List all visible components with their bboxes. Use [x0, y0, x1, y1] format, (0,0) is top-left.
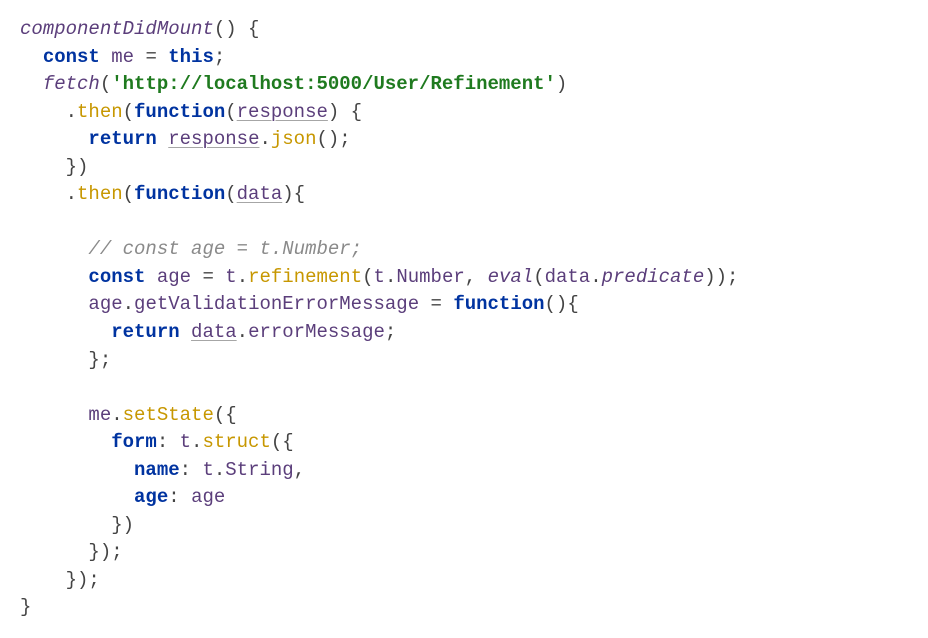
code-line: const age = t.refinement(t.Number, eval(…	[20, 266, 738, 288]
code-line: .then(function(response) {	[20, 101, 362, 123]
code-line: }	[20, 596, 31, 618]
code-line: name: t.String,	[20, 459, 305, 481]
code-line: age: age	[20, 486, 225, 508]
code-line: me.setState({	[20, 404, 237, 426]
param-data: data	[237, 183, 283, 205]
code-line: });	[20, 569, 100, 591]
code-line: age.getValidationErrorMessage = function…	[20, 293, 579, 315]
code-line: return data.errorMessage;	[20, 321, 396, 343]
code-line: .then(function(data){	[20, 183, 305, 205]
code-line: fetch('http://localhost:5000/User/Refine…	[20, 73, 567, 95]
code-line: form: t.struct({	[20, 431, 294, 453]
code-line: });	[20, 541, 123, 563]
code-line: return response.json();	[20, 128, 351, 150]
param-response: response	[237, 101, 328, 123]
code-line: };	[20, 349, 111, 371]
code-line: const me = this;	[20, 46, 225, 68]
code-line: })	[20, 156, 88, 178]
code-line: })	[20, 514, 134, 536]
code-line: componentDidMount() {	[20, 18, 259, 40]
url-string: 'http://localhost:5000/User/Refinement'	[111, 73, 556, 95]
method-name: componentDidMount	[20, 18, 214, 40]
comment: // const age = t.Number;	[88, 238, 362, 260]
code-line: // const age = t.Number;	[20, 238, 362, 260]
code-block: componentDidMount() { const me = this; f…	[20, 16, 908, 622]
